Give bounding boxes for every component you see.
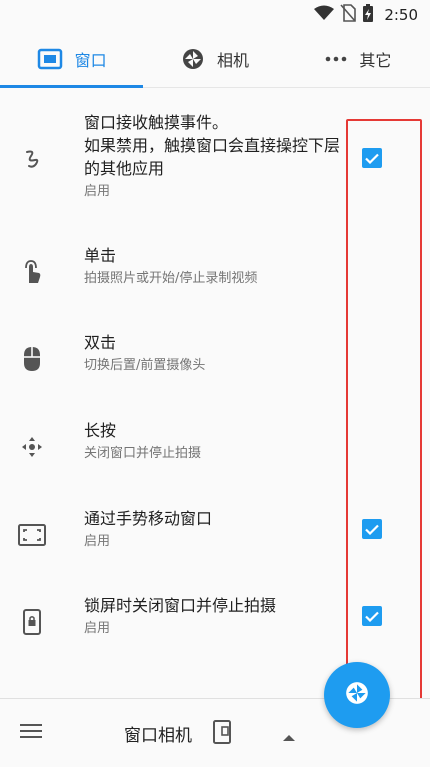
tab-bar: 窗口 相机 其它 bbox=[0, 30, 430, 88]
setting-subtitle: 启用 bbox=[84, 621, 111, 636]
screen-frame-icon bbox=[16, 519, 48, 551]
setting-title: 窗口接收触摸事件。 如果禁用，触摸窗口会直接操控下层的其他应用 bbox=[84, 113, 341, 178]
setting-row-double-tap[interactable]: 双击 切换后置/前置摄像头 bbox=[0, 331, 430, 387]
touch-events-checkbox[interactable] bbox=[362, 148, 382, 168]
camera-fab-button[interactable] bbox=[324, 662, 390, 728]
setting-row-single-tap[interactable]: 单击 拍摄照片或开始/停止录制视频 bbox=[0, 244, 430, 300]
setting-title: 锁屏时关闭窗口并停止拍摄 bbox=[84, 596, 277, 615]
tab-window-label: 窗口 bbox=[74, 50, 107, 70]
window-icon bbox=[37, 48, 63, 70]
menu-icon[interactable] bbox=[20, 723, 42, 743]
setting-subtitle: 启用 bbox=[84, 184, 111, 199]
setting-title: 长按 bbox=[84, 421, 117, 440]
tab-other-label: 其它 bbox=[359, 50, 392, 70]
setting-title: 通过手势移动窗口 bbox=[84, 509, 213, 528]
setting-row-long-press[interactable]: 长按 关闭窗口并停止拍摄 bbox=[0, 419, 430, 475]
setting-row-lock-screen[interactable]: 锁屏时关闭窗口并停止拍摄 启用 bbox=[0, 594, 430, 650]
lock-screen-checkbox[interactable] bbox=[362, 606, 382, 626]
expand-up-icon[interactable] bbox=[283, 727, 295, 746]
setting-row-move-gesture[interactable]: 通过手势移动窗口 启用 bbox=[0, 507, 430, 563]
aperture-icon bbox=[181, 47, 205, 71]
status-time: 2:50 bbox=[384, 6, 418, 24]
battery-charging-icon bbox=[362, 3, 374, 27]
tab-camera-label: 相机 bbox=[216, 50, 249, 70]
status-bar: 2:50 bbox=[0, 0, 430, 30]
setting-title: 双击 bbox=[84, 333, 117, 352]
setting-row-touch-events[interactable]: 窗口接收触摸事件。 如果禁用，触摸窗口会直接操控下层的其他应用 启用 bbox=[0, 111, 430, 211]
move-gesture-checkbox[interactable] bbox=[362, 519, 382, 539]
wifi-icon bbox=[314, 5, 335, 25]
bottom-title: 窗口相机 bbox=[124, 726, 192, 746]
setting-subtitle: 启用 bbox=[84, 534, 111, 549]
move-arrows-icon bbox=[16, 431, 48, 463]
no-sim-icon bbox=[340, 4, 357, 26]
aperture-icon bbox=[344, 680, 370, 710]
gesture-icon bbox=[16, 143, 48, 175]
touch-icon bbox=[16, 256, 48, 288]
setting-subtitle: 切换后置/前置摄像头 bbox=[84, 358, 206, 373]
setting-title: 单击 bbox=[84, 246, 117, 265]
lock-phone-icon bbox=[16, 606, 48, 638]
tab-window[interactable]: 窗口 bbox=[0, 30, 144, 88]
document-camera-icon[interactable] bbox=[212, 719, 232, 749]
more-horizontal-icon bbox=[325, 56, 347, 62]
setting-subtitle: 关闭窗口并停止拍摄 bbox=[84, 446, 202, 461]
tab-camera[interactable]: 相机 bbox=[143, 30, 286, 87]
setting-subtitle: 拍摄照片或开始/停止录制视频 bbox=[84, 271, 258, 286]
tab-other[interactable]: 其它 bbox=[287, 30, 430, 87]
mouse-icon bbox=[16, 343, 48, 375]
